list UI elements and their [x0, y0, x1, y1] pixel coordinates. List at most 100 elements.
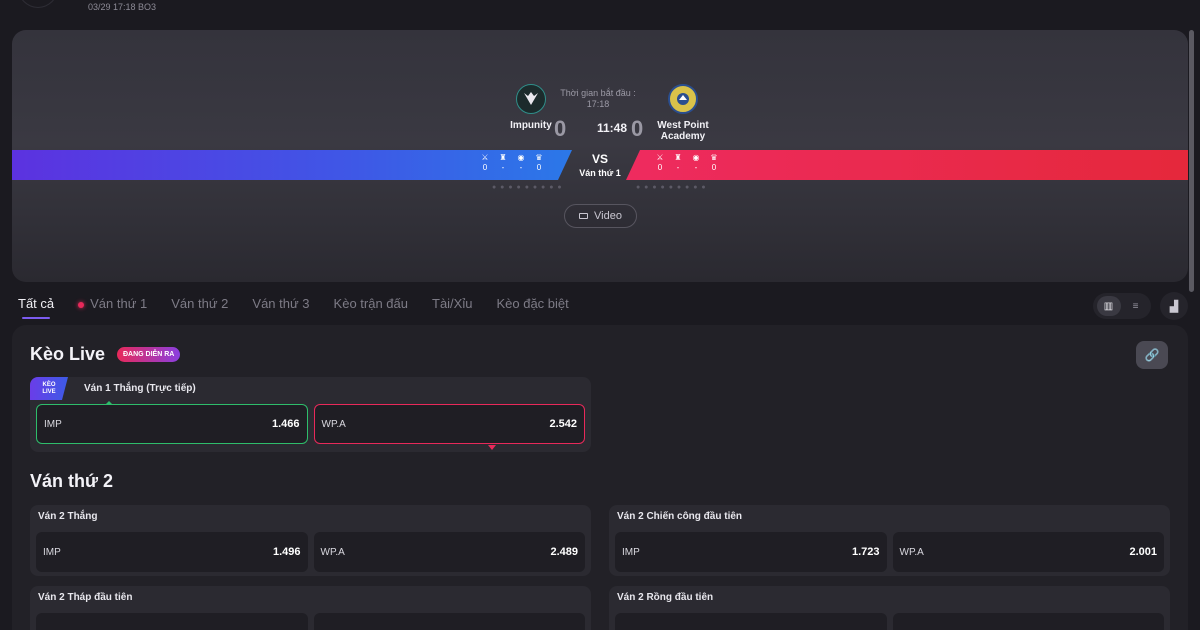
live-status-badge: ĐANG DIỄN RA: [117, 347, 181, 362]
match-header: Impunity Thời gian bắt đầu : 17:18 West …: [12, 30, 1188, 282]
grid-view-icon[interactable]: ▥: [1096, 296, 1121, 316]
stat-kills: ⚔ 0: [655, 153, 665, 173]
odd-team: WP.A: [899, 546, 924, 558]
stat-value: -: [694, 163, 698, 172]
start-time-block: Thời gian bắt đầu : 17:18: [552, 88, 644, 110]
dragon-icon: ◉: [692, 153, 700, 162]
market-card: Ván 2 Tháp đầu tiên: [30, 586, 591, 630]
current-round: Ván thứ 1: [579, 168, 621, 178]
odd-value: 1.496: [272, 546, 301, 558]
video-button[interactable]: Video: [564, 204, 637, 228]
odd-team: WP.A: [320, 546, 345, 558]
list-view-icon[interactable]: ≡: [1124, 296, 1148, 316]
dragon-icon: ◉: [517, 153, 525, 162]
market-name: Ván 2 Chiến công đầu tiên: [617, 511, 743, 522]
odd-button-imp[interactable]: IMP 1.466: [36, 404, 308, 444]
view-toggle: ▥ ≡: [1093, 293, 1151, 319]
team-right-stats: ⚔ 0 ♜ - ◉ - ♛ 0: [655, 153, 719, 173]
market-name: Ván 2 Tháp đầu tiên: [38, 592, 133, 603]
baron-icon: ♛: [710, 153, 718, 162]
video-label: Video: [594, 210, 622, 222]
stat-value: -: [501, 163, 505, 172]
live-market-card: KÈO LIVE Ván 1 Thắng (Trực tiếp) IMP 1.46…: [30, 377, 591, 452]
tab-all[interactable]: Tất cả: [18, 296, 54, 319]
odds-up-indicator: [105, 401, 113, 405]
odd-value: 1.723: [851, 546, 880, 558]
odd-button[interactable]: [313, 613, 585, 630]
market-card: Ván 2 Chiến công đầu tiên IMP 1.723 WP.A…: [609, 505, 1170, 576]
odds-row: IMP 1.496 WP.A 2.489: [30, 528, 591, 572]
score-right: 0: [631, 116, 644, 141]
start-label: Thời gian bắt đầu :: [560, 88, 636, 98]
odd-value: 1.466: [271, 418, 300, 430]
tab-game-3[interactable]: Ván thứ 3: [252, 296, 309, 319]
live-dot-icon: [78, 301, 85, 308]
stat-barons: ♛ 0: [709, 153, 719, 173]
odd-button[interactable]: [615, 613, 887, 630]
odd-team: WP.A: [321, 418, 346, 430]
odds-row: IMP 1.723 WP.A 2.001: [609, 528, 1170, 572]
odd-button-wpa[interactable]: WP.A 2.489: [313, 532, 585, 572]
impunity-logo: [516, 84, 546, 114]
odd-value: 2.542: [549, 418, 577, 430]
market-card: Ván 2 Thắng IMP 1.496 WP.A 2.489: [30, 505, 591, 576]
odd-value: 2.489: [550, 546, 578, 558]
scrollbar[interactable]: [1189, 30, 1194, 292]
sword-icon: ⚔: [656, 153, 664, 162]
team-right[interactable]: West Point Academy: [652, 84, 714, 142]
live-odds-tag: KÈO LIVE: [30, 377, 68, 400]
stat-towers: ♜ -: [673, 153, 683, 173]
baron-icon: ♛: [535, 153, 543, 162]
stat-value: 0: [536, 163, 542, 172]
link-icon[interactable]: 🔗: [1136, 341, 1168, 369]
odd-team: IMP: [44, 418, 62, 430]
chart-icon[interactable]: ▟: [1160, 292, 1188, 320]
tab-match-odds[interactable]: Kèo trận đấu: [334, 296, 408, 319]
market-name: Ván 1 Thắng (Trực tiếp): [84, 383, 196, 394]
market-header: KÈO LIVE Ván 1 Thắng (Trực tiếp): [30, 377, 591, 400]
stat-value: 0: [657, 163, 663, 172]
objective-icons-left: ● ● ● ● ● ● ● ● ●: [492, 184, 563, 191]
west-point-academy-logo: [668, 84, 698, 114]
odd-team: IMP: [622, 546, 640, 558]
game-2-title: Ván thứ 2: [30, 471, 114, 491]
live-section-title: Kèo Live: [30, 344, 106, 364]
stat-dragons: ◉ -: [516, 153, 526, 173]
odds-down-indicator: [488, 445, 496, 450]
tab-game-2[interactable]: Ván thứ 2: [171, 296, 228, 319]
odd-button[interactable]: [36, 613, 308, 630]
stat-towers: ♜ -: [498, 153, 508, 173]
market-name: Ván 2 Thắng: [38, 511, 98, 522]
odd-button[interactable]: [892, 613, 1164, 630]
live-tag-line1: KÈO: [42, 381, 56, 388]
stat-value: 0: [482, 163, 488, 172]
odd-team: IMP: [43, 546, 61, 558]
match-meta: 03/29 17:18 BO3: [88, 2, 157, 12]
stat-value: -: [676, 163, 680, 172]
tab-game-1[interactable]: Ván thứ 1: [78, 296, 147, 319]
odd-button-imp[interactable]: IMP 1.496: [36, 532, 308, 572]
market-tabs: Tất cả Ván thứ 1 Ván thứ 2 Ván thứ 3 Kèo…: [18, 296, 569, 319]
stat-value: -: [519, 163, 523, 172]
team-right-name: West Point Academy: [657, 120, 709, 142]
previous-team-logo-fragment: [18, 0, 58, 8]
odd-button-wpa[interactable]: WP.A 2.542: [313, 404, 585, 444]
odd-value: 2.001: [1129, 546, 1157, 558]
markets-panel: Kèo Live ĐANG DIỄN RA 🔗 KÈO LIVE Ván 1 Th…: [12, 325, 1188, 630]
objective-icons-right: ● ● ● ● ● ● ● ● ●: [636, 184, 707, 191]
video-icon: [579, 213, 589, 219]
stat-dragons: ◉ -: [691, 153, 701, 173]
odds-row: [30, 609, 591, 630]
odd-button-wpa[interactable]: WP.A 2.001: [892, 532, 1164, 572]
team-left-name: Impunity: [510, 120, 552, 131]
tab-label: Ván thứ 1: [90, 296, 148, 311]
live-tag-line2: LIVE: [42, 388, 56, 395]
vs-label: VS: [591, 152, 608, 166]
stat-kills: ⚔ 0: [480, 153, 490, 173]
tower-icon: ♜: [499, 153, 507, 162]
start-time: 17:18: [586, 99, 610, 109]
tab-special-odds[interactable]: Kèo đặc biệt: [496, 296, 568, 319]
tab-over-under[interactable]: Tài/Xỉu: [432, 296, 472, 319]
odd-button-imp[interactable]: IMP 1.723: [615, 532, 887, 572]
odds-row: IMP 1.466 WP.A 2.542: [30, 400, 591, 444]
